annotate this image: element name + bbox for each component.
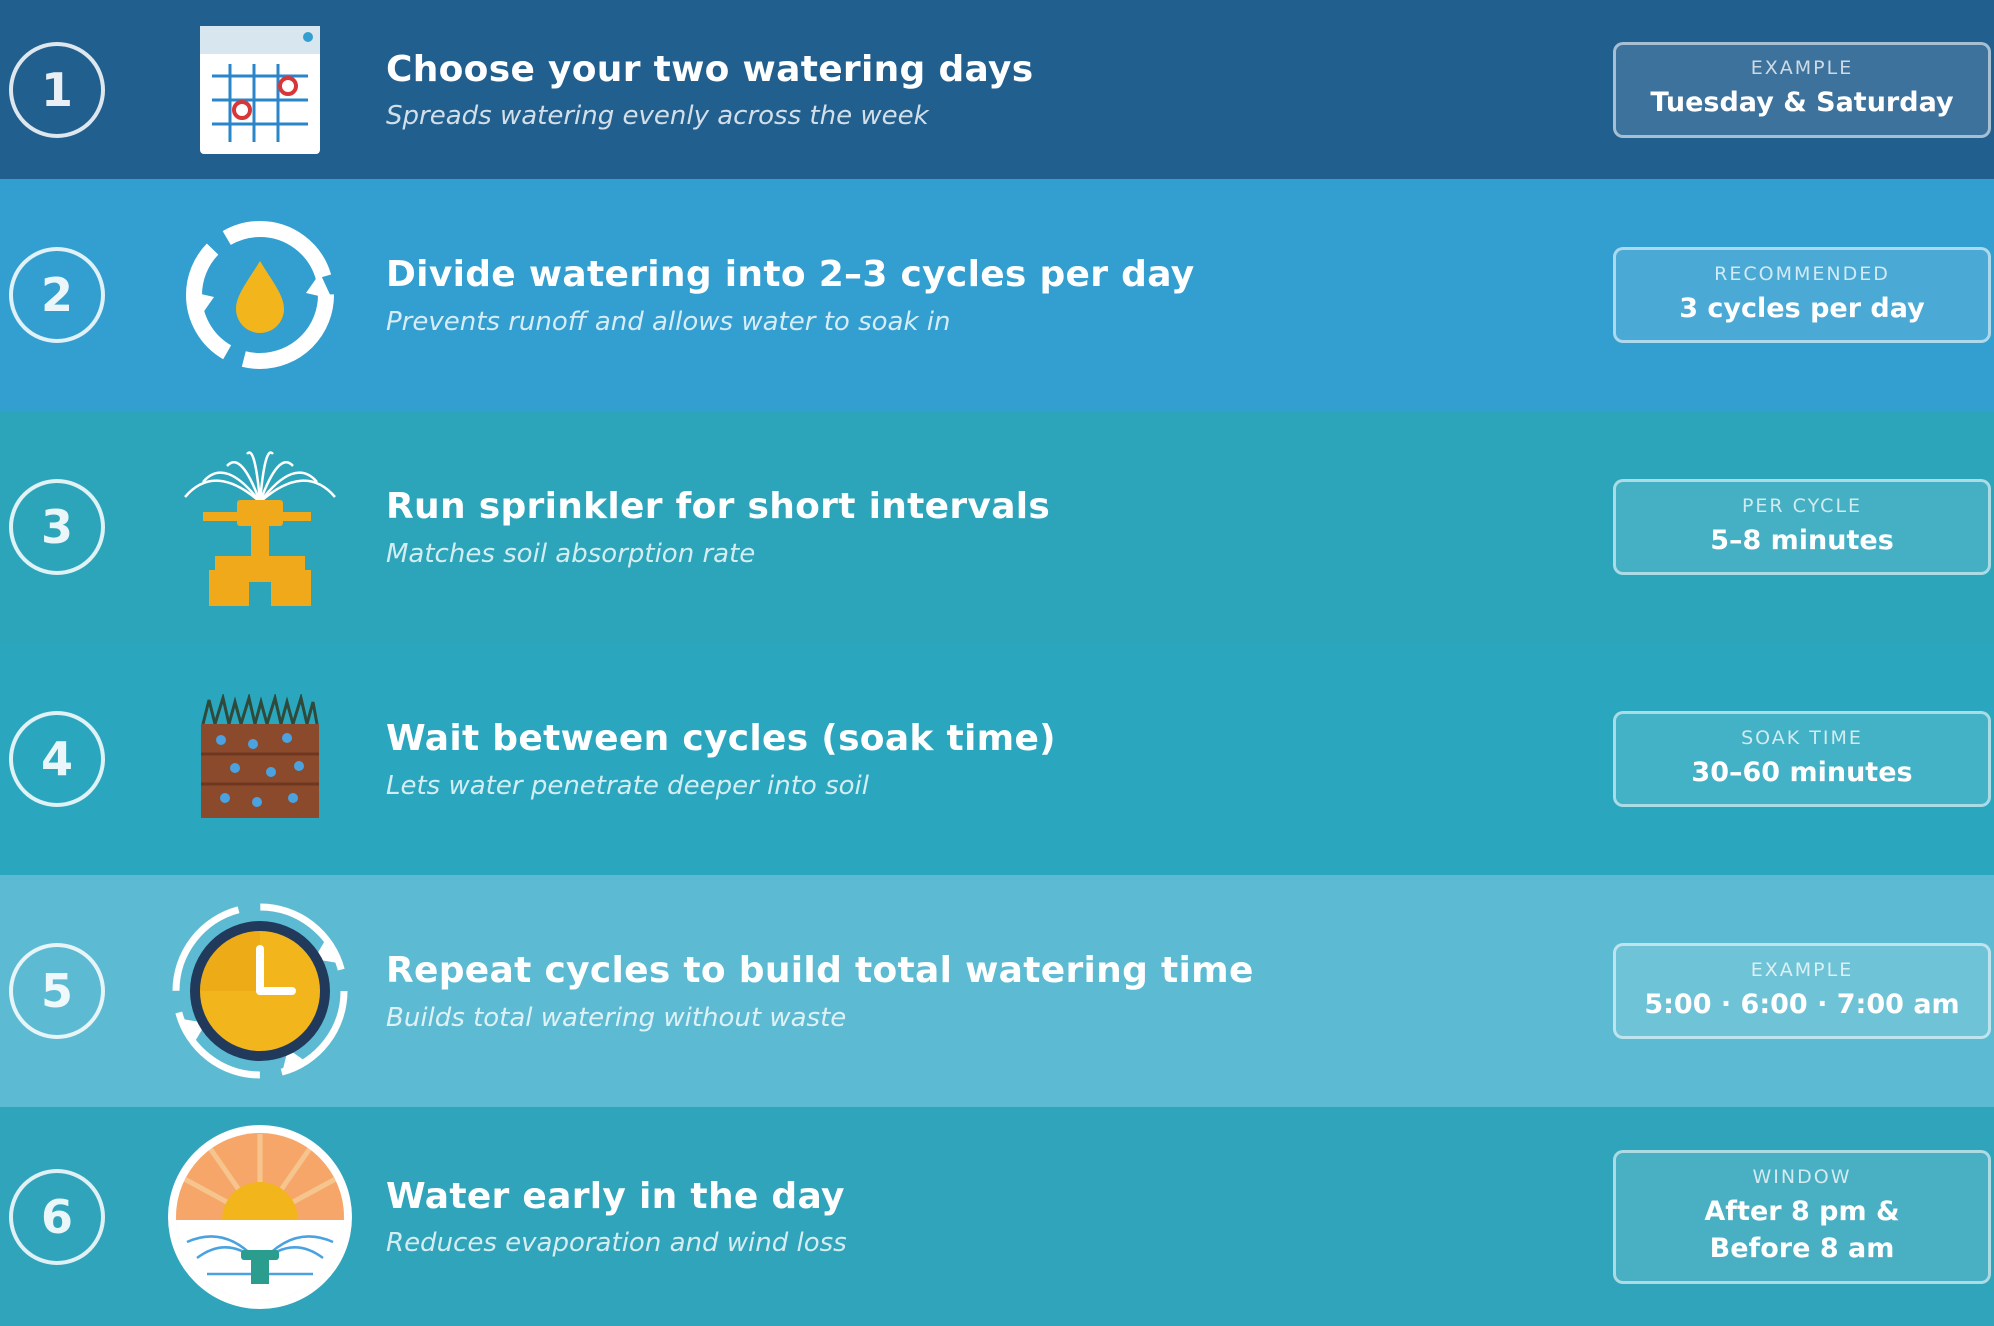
badge-value: 30–60 minutes bbox=[1691, 756, 1913, 788]
watering-steps-list: 1 Choose your two watering days Spreads … bbox=[0, 0, 1994, 1326]
step-title: Wait between cycles (soak time) bbox=[386, 718, 1056, 760]
step-number-badge: 3 bbox=[9, 479, 105, 575]
step-number-badge: 1 bbox=[9, 41, 105, 138]
badge-value-line1: After 8 pm & bbox=[1704, 1196, 1900, 1228]
water-cycle-icon bbox=[165, 200, 355, 390]
step-info-badge: PER CYCLE 5–8 minutes bbox=[1613, 479, 1991, 575]
step-title: Choose your two watering days bbox=[386, 48, 1034, 90]
badge-value-line2: Before 8 am bbox=[1709, 1232, 1895, 1264]
step-6-row: 6 Water early in the day Reduces evapora… bbox=[0, 1107, 1994, 1326]
badge-value: Tuesday & Saturday bbox=[1650, 87, 1954, 119]
step-2-row: 2 Divide watering into 2–3 cycles per da… bbox=[0, 179, 1994, 411]
step-title: Water early in the day bbox=[386, 1175, 845, 1217]
step-info-badge: RECOMMENDED 3 cycles per day bbox=[1613, 247, 1991, 343]
badge-label: SOAK TIME bbox=[1741, 726, 1863, 749]
badge-label: RECOMMENDED bbox=[1714, 262, 1890, 285]
step-info-badge: WINDOW After 8 pm & Before 8 am bbox=[1613, 1149, 1991, 1284]
badge-label: EXAMPLE bbox=[1750, 958, 1854, 981]
calendar-icon bbox=[165, 0, 355, 185]
badge-value: 3 cycles per day bbox=[1679, 292, 1925, 324]
step-subtitle: Spreads watering evenly across the week bbox=[386, 101, 929, 132]
badge-label: EXAMPLE bbox=[1750, 57, 1854, 80]
step-1-row: 1 Choose your two watering days Spreads … bbox=[0, 0, 1994, 179]
step-subtitle: Builds total watering without waste bbox=[386, 1002, 847, 1033]
step-3-row: 3 Run sprinkler for short intervals Matc… bbox=[0, 411, 1994, 643]
step-subtitle: Lets water penetrate deeper into soil bbox=[386, 770, 869, 801]
step-number-badge: 4 bbox=[9, 711, 105, 807]
step-title: Run sprinkler for short intervals bbox=[386, 486, 1051, 528]
step-4-row: 4 Wait between cycles (soak time) Lets w… bbox=[0, 643, 1994, 875]
sunrise-sprinkler-icon bbox=[165, 1122, 355, 1312]
step-5-row: 5 Repeat cycles to build total watering … bbox=[0, 875, 1994, 1107]
step-title: Divide watering into 2–3 cycles per day bbox=[386, 254, 1195, 296]
step-number-badge: 6 bbox=[9, 1168, 105, 1265]
step-number-badge: 5 bbox=[9, 943, 105, 1039]
step-title: Repeat cycles to build total watering ti… bbox=[386, 950, 1254, 992]
clock-icon bbox=[165, 896, 355, 1086]
badge-value: After 8 pm & Before 8 am bbox=[1704, 1194, 1899, 1267]
badge-label: WINDOW bbox=[1752, 1166, 1852, 1189]
soil-icon bbox=[165, 664, 355, 854]
badge-label: PER CYCLE bbox=[1741, 494, 1863, 517]
step-info-badge: SOAK TIME 30–60 minutes bbox=[1613, 711, 1991, 807]
step-subtitle: Prevents runoff and allows water to soak… bbox=[386, 306, 951, 337]
step-number-badge: 2 bbox=[9, 247, 105, 343]
step-info-badge: EXAMPLE 5:00 · 6:00 · 7:00 am bbox=[1613, 943, 1991, 1039]
badge-value: 5:00 · 6:00 · 7:00 am bbox=[1644, 988, 1960, 1020]
step-info-badge: EXAMPLE Tuesday & Saturday bbox=[1613, 41, 1991, 138]
badge-value: 5–8 minutes bbox=[1710, 524, 1894, 556]
sprinkler-icon bbox=[165, 432, 355, 622]
step-subtitle: Reduces evaporation and wind loss bbox=[386, 1228, 847, 1259]
step-subtitle: Matches soil absorption rate bbox=[386, 538, 756, 569]
